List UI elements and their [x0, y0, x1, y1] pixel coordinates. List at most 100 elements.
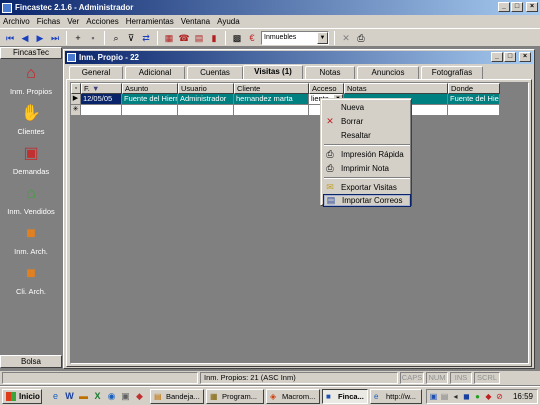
- tab-anuncios[interactable]: Anuncios: [357, 66, 419, 79]
- tab-cuentas[interactable]: Cuentas: [187, 66, 243, 79]
- menu-ventana[interactable]: Ventana: [181, 17, 210, 26]
- new-row[interactable]: ✳: [71, 105, 500, 116]
- menu-item-impresion-rapida[interactable]: ⎙ Impresión Rápida: [323, 148, 411, 161]
- tab-visitas[interactable]: Visitas (1): [243, 65, 303, 79]
- col-header-asunto[interactable]: Asunto: [122, 83, 178, 94]
- menu-item-exportar-visitas[interactable]: ✉ Exportar Visitas: [323, 181, 411, 194]
- col-header-notas[interactable]: Notas: [344, 83, 448, 94]
- child-minimize-button[interactable]: _: [491, 52, 503, 62]
- first-record-icon[interactable]: ⏮: [4, 32, 16, 44]
- start-button[interactable]: Inicio: [2, 389, 42, 404]
- antivirus-icon[interactable]: ◼: [462, 392, 471, 401]
- folder-icon[interactable]: ▬: [78, 390, 89, 402]
- messenger-icon[interactable]: ●: [473, 392, 482, 401]
- menu-ver[interactable]: Ver: [67, 17, 79, 26]
- phone-icon[interactable]: ☎: [178, 32, 190, 44]
- close-icon[interactable]: ✕: [340, 32, 352, 44]
- volume-icon[interactable]: ◂: [451, 392, 460, 401]
- task-browser[interactable]: e http://w...: [370, 389, 422, 404]
- prev-record-icon[interactable]: ◀: [19, 32, 31, 44]
- menu-ayuda[interactable]: Ayuda: [217, 17, 240, 26]
- print-icon[interactable]: ⎙: [355, 32, 367, 44]
- tab-strip: General Adicional Cuentas Visitas (1) No…: [67, 65, 533, 79]
- child-close-button[interactable]: ×: [519, 52, 531, 62]
- cell-cliente[interactable]: hernandez marta: [234, 94, 309, 105]
- task-fincastec[interactable]: ■ Finca...: [322, 389, 368, 404]
- col-header-usuario[interactable]: Usuario: [178, 83, 234, 94]
- sort-icon[interactable]: ⇄: [140, 32, 152, 44]
- cell-fecha[interactable]: 12/05/05: [81, 94, 122, 105]
- app-quicklaunch-icon[interactable]: ◆: [134, 390, 145, 402]
- new-cell[interactable]: [234, 105, 309, 116]
- euro-icon[interactable]: €: [246, 32, 258, 44]
- cell-asunto[interactable]: Fuente del Hierr: [122, 94, 178, 105]
- calendar-icon[interactable]: ▦: [163, 32, 175, 44]
- sidebar-item-inm-propios[interactable]: ⌂ Inm. Propios: [0, 63, 62, 96]
- menu-item-imprimir-nota[interactable]: ⎙ Imprimir Nota: [323, 162, 411, 175]
- table-row[interactable]: ▶ 12/05/05 Fuente del Hierr Administrado…: [71, 94, 500, 105]
- new-cell[interactable]: [81, 105, 122, 116]
- close-button[interactable]: ×: [526, 2, 538, 12]
- explorer-icon[interactable]: ▣: [120, 390, 131, 402]
- new-cell[interactable]: [178, 105, 234, 116]
- sidebar-header[interactable]: FincasTec: [0, 47, 62, 59]
- status-panel-main: Inm. Propios: 21 (ASC Inm): [200, 372, 398, 384]
- ie-icon[interactable]: e: [50, 390, 61, 402]
- task-bandeja[interactable]: ▤ Bandeja...: [150, 389, 204, 404]
- word-icon[interactable]: W: [64, 390, 75, 402]
- menu-item-borrar[interactable]: ✕ Borrar: [323, 115, 411, 128]
- menu-item-resaltar[interactable]: Resaltar: [323, 129, 411, 142]
- printer-tray-icon[interactable]: ▤: [440, 392, 449, 401]
- search-icon[interactable]: ⌕: [110, 32, 122, 44]
- task-program[interactable]: ▦ Program...: [206, 389, 264, 404]
- cell-usuario[interactable]: Administrador: [178, 94, 234, 105]
- filter-icon[interactable]: ⊽: [125, 32, 137, 44]
- sidebar-item-demandas[interactable]: ▣ Demandas: [0, 143, 62, 176]
- col-header-donde[interactable]: Donde: [448, 83, 500, 94]
- sidebar-item-clientes[interactable]: ✋ Clientes: [0, 103, 62, 136]
- chevron-down-icon[interactable]: ▼: [317, 31, 328, 44]
- menu-item-importar-correos[interactable]: ▤ Importar Correos: [323, 194, 411, 207]
- col-header-acceso[interactable]: Acceso: [309, 83, 344, 94]
- sidebar-item-cli-arch[interactable]: ■ Cli. Arch.: [0, 263, 62, 296]
- col-header-fecha[interactable]: F. ▼: [81, 83, 122, 94]
- save-icon[interactable]: ▪: [87, 32, 99, 44]
- minimize-button[interactable]: _: [498, 2, 510, 12]
- tab-panel-visitas: ▫ F. ▼ Asunto Usuario Cliente Acceso Not…: [66, 79, 532, 367]
- menu-fichas[interactable]: Fichas: [37, 17, 61, 26]
- network-icon[interactable]: ▣: [429, 392, 438, 401]
- new-record-icon[interactable]: +: [72, 32, 84, 44]
- module-select[interactable]: Inmuebles ▼: [261, 30, 329, 45]
- main-titlebar[interactable]: Fincastec 2.1.6 - Administrador _ □ ×: [0, 0, 540, 15]
- outlook-icon[interactable]: ◉: [106, 390, 117, 402]
- tab-general[interactable]: General: [69, 66, 123, 79]
- shield-icon[interactable]: ◆: [484, 392, 493, 401]
- child-restore-button[interactable]: □: [504, 52, 516, 62]
- child-titlebar[interactable]: Inm. Propio - 22 _ □ ×: [65, 51, 533, 64]
- task-macromedia[interactable]: ◈ Macrom...: [266, 389, 320, 404]
- sidebar-footer[interactable]: Bolsa: [0, 355, 62, 368]
- maximize-button[interactable]: □: [511, 2, 523, 12]
- tab-fotografias[interactable]: Fotografías: [421, 66, 483, 79]
- tab-adicional[interactable]: Adicional: [125, 66, 185, 79]
- new-cell[interactable]: [122, 105, 178, 116]
- book-icon[interactable]: ▮: [208, 32, 220, 44]
- alert-icon[interactable]: ⊘: [495, 392, 504, 401]
- next-record-icon[interactable]: ▶: [34, 32, 46, 44]
- sidebar-item-inm-arch[interactable]: ■ Inm. Arch.: [0, 223, 62, 256]
- menu-archivo[interactable]: Archivo: [3, 17, 30, 26]
- fax-icon[interactable]: ▤: [193, 32, 205, 44]
- clock[interactable]: 16:59: [513, 390, 533, 403]
- new-cell[interactable]: [448, 105, 500, 116]
- excel-icon[interactable]: X: [92, 390, 103, 402]
- menu-herramientas[interactable]: Herramientas: [126, 17, 174, 26]
- last-record-icon[interactable]: ⏭: [49, 32, 61, 44]
- row-selector-header[interactable]: ▫: [71, 83, 81, 94]
- menu-acciones[interactable]: Acciones: [86, 17, 118, 26]
- col-header-cliente[interactable]: Cliente: [234, 83, 309, 94]
- calculator-icon[interactable]: ▩: [231, 32, 243, 44]
- menu-item-nueva[interactable]: Nueva: [323, 101, 411, 114]
- tab-notas[interactable]: Notas: [305, 66, 355, 79]
- cell-donde[interactable]: Fuente del Hie: [448, 94, 500, 105]
- sidebar-item-inm-vendidos[interactable]: ⌂ Inm. Vendidos: [0, 183, 62, 216]
